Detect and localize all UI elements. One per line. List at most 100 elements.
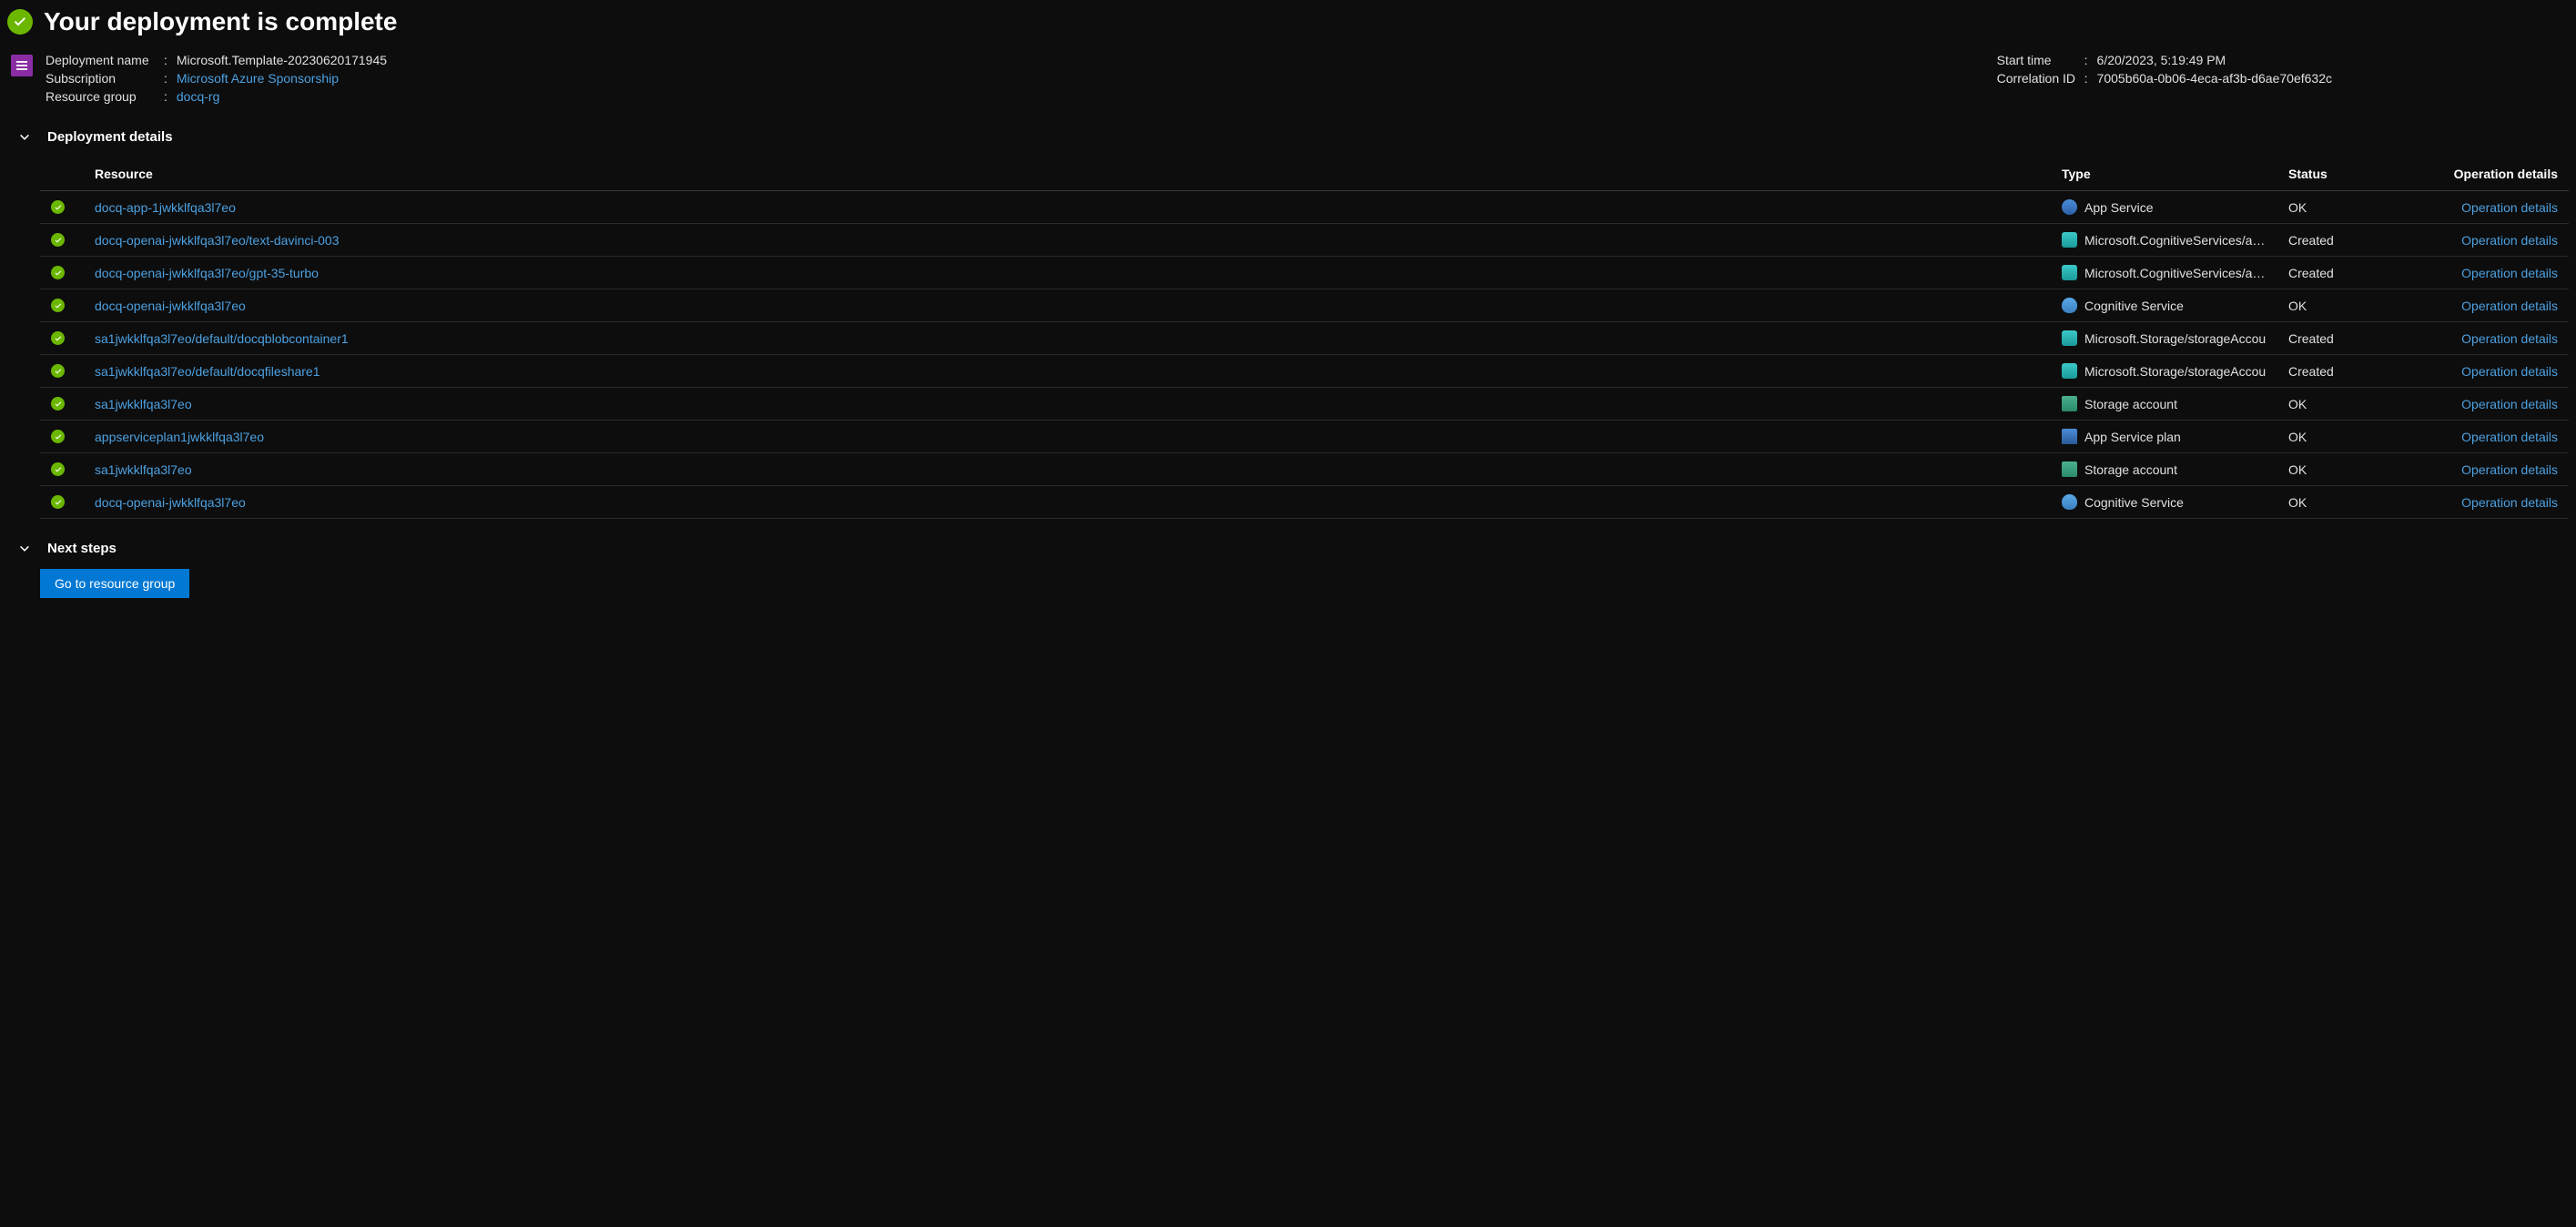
type-cell: Microsoft.Storage/storageAccou	[2051, 355, 2277, 388]
row-status-icon-cell	[40, 191, 84, 224]
operation-details-link[interactable]: Operation details	[2461, 299, 2558, 313]
arm-icon	[2062, 265, 2077, 280]
operation-details-link[interactable]: Operation details	[2461, 462, 2558, 477]
summary-subscription: Subscription : Microsoft Azure Sponsorsh…	[46, 71, 387, 86]
next-steps-title: Next steps	[47, 541, 117, 556]
cognitive-icon	[2062, 298, 2077, 313]
operation-details-link[interactable]: Operation details	[2461, 364, 2558, 379]
deployment-details-table: Resource Type Status Operation details d…	[40, 157, 2569, 519]
section-deployment-details[interactable]: Deployment details	[18, 129, 2569, 145]
resource-link[interactable]: sa1jwkklfqa3l7eo	[95, 397, 192, 411]
subscription-link[interactable]: Microsoft Azure Sponsorship	[177, 71, 339, 86]
arm-icon	[2062, 232, 2077, 248]
section-next-steps[interactable]: Next steps	[18, 541, 2569, 556]
start-time-value: 6/20/2023, 5:19:49 PM	[2097, 53, 2226, 67]
type-text: Storage account	[2084, 462, 2177, 477]
row-status-icon-cell	[40, 224, 84, 257]
status-text: OK	[2288, 200, 2307, 215]
success-check-icon	[51, 266, 65, 279]
type-text: Microsoft.CognitiveServices/acco	[2084, 233, 2267, 248]
go-to-resource-group-button[interactable]: Go to resource group	[40, 569, 189, 598]
type-text: Microsoft.Storage/storageAccou	[2084, 331, 2266, 346]
subscription-label: Subscription	[46, 71, 164, 86]
summary-block: Deployment name : Microsoft.Template-202…	[7, 53, 2569, 104]
deployment-name-value: Microsoft.Template-20230620171945	[177, 53, 387, 67]
resource-link[interactable]: sa1jwkklfqa3l7eo/default/docqblobcontain…	[95, 331, 349, 346]
type-cell: Microsoft.CognitiveServices/acco	[2051, 224, 2277, 257]
operation-details-link[interactable]: Operation details	[2461, 233, 2558, 248]
type-cell: Cognitive Service	[2051, 486, 2277, 519]
status-cell: OK	[2277, 486, 2441, 519]
type-cell: Storage account	[2051, 453, 2277, 486]
type-cell: Microsoft.CognitiveServices/acco	[2051, 257, 2277, 289]
operation-details-link[interactable]: Operation details	[2461, 495, 2558, 510]
operation-details-cell: Operation details	[2441, 421, 2569, 453]
status-text: OK	[2288, 462, 2307, 477]
row-status-icon-cell	[40, 289, 84, 322]
type-text: Cognitive Service	[2084, 299, 2184, 313]
template-icon	[11, 55, 33, 76]
resource-group-link[interactable]: docq-rg	[177, 89, 219, 104]
success-check-icon	[7, 9, 33, 35]
status-text: Created	[2288, 266, 2334, 280]
asp-icon	[2062, 429, 2077, 444]
th-resource: Resource	[84, 157, 2051, 191]
status-text: Created	[2288, 364, 2334, 379]
resource-link[interactable]: docq-openai-jwkklfqa3l7eo	[95, 495, 246, 510]
type-cell: Storage account	[2051, 388, 2277, 421]
status-text: OK	[2288, 397, 2307, 411]
resource-cell: docq-openai-jwkklfqa3l7eo	[84, 289, 2051, 322]
operation-details-link[interactable]: Operation details	[2461, 266, 2558, 280]
resource-link[interactable]: sa1jwkklfqa3l7eo/default/docqfileshare1	[95, 364, 320, 379]
type-cell: App Service	[2051, 191, 2277, 224]
type-text: Microsoft.CognitiveServices/acco	[2084, 266, 2267, 280]
success-check-icon	[51, 495, 65, 509]
row-status-icon-cell	[40, 486, 84, 519]
operation-details-cell: Operation details	[2441, 191, 2569, 224]
operation-details-cell: Operation details	[2441, 388, 2569, 421]
summary-col-left: Deployment name : Microsoft.Template-202…	[46, 53, 387, 104]
operation-details-link[interactable]: Operation details	[2461, 397, 2558, 411]
operation-details-cell: Operation details	[2441, 355, 2569, 388]
resource-link[interactable]: docq-openai-jwkklfqa3l7eo	[95, 299, 246, 313]
resource-cell: sa1jwkklfqa3l7eo	[84, 388, 2051, 421]
status-cell: OK	[2277, 453, 2441, 486]
resource-cell: docq-openai-jwkklfqa3l7eo/text-davinci-0…	[84, 224, 2051, 257]
resource-cell: appserviceplan1jwkklfqa3l7eo	[84, 421, 2051, 453]
row-status-icon-cell	[40, 421, 84, 453]
table-row: appserviceplan1jwkklfqa3l7eo App Service …	[40, 421, 2569, 453]
success-check-icon	[51, 430, 65, 443]
resource-cell: sa1jwkklfqa3l7eo	[84, 453, 2051, 486]
operation-details-cell: Operation details	[2441, 322, 2569, 355]
storage-icon	[2062, 461, 2077, 477]
resource-link[interactable]: docq-app-1jwkklfqa3l7eo	[95, 200, 236, 215]
type-text: App Service plan	[2084, 430, 2181, 444]
operation-details-link[interactable]: Operation details	[2461, 200, 2558, 215]
status-text: OK	[2288, 299, 2307, 313]
resource-group-label: Resource group	[46, 89, 164, 104]
operation-details-link[interactable]: Operation details	[2461, 331, 2558, 346]
status-cell: OK	[2277, 388, 2441, 421]
row-status-icon-cell	[40, 257, 84, 289]
operation-details-link[interactable]: Operation details	[2461, 430, 2558, 444]
success-check-icon	[51, 364, 65, 378]
resource-link[interactable]: docq-openai-jwkklfqa3l7eo/gpt-35-turbo	[95, 266, 319, 280]
th-type: Type	[2051, 157, 2277, 191]
th-icon	[40, 157, 84, 191]
success-check-icon	[51, 233, 65, 247]
resource-link[interactable]: docq-openai-jwkklfqa3l7eo/text-davinci-0…	[95, 233, 340, 248]
row-status-icon-cell	[40, 453, 84, 486]
resource-link[interactable]: sa1jwkklfqa3l7eo	[95, 462, 192, 477]
row-status-icon-cell	[40, 388, 84, 421]
table-row: sa1jwkklfqa3l7eo/default/docqfileshare1 M…	[40, 355, 2569, 388]
success-check-icon	[51, 462, 65, 476]
chevron-down-icon	[18, 131, 31, 144]
row-status-icon-cell	[40, 355, 84, 388]
resource-cell: docq-openai-jwkklfqa3l7eo/gpt-35-turbo	[84, 257, 2051, 289]
correlation-id-label: Correlation ID	[1997, 71, 2084, 86]
resource-link[interactable]: appserviceplan1jwkklfqa3l7eo	[95, 430, 264, 444]
arm-icon	[2062, 363, 2077, 379]
type-text: App Service	[2084, 200, 2153, 215]
success-check-icon	[51, 299, 65, 312]
table-row: docq-openai-jwkklfqa3l7eo/text-davinci-0…	[40, 224, 2569, 257]
